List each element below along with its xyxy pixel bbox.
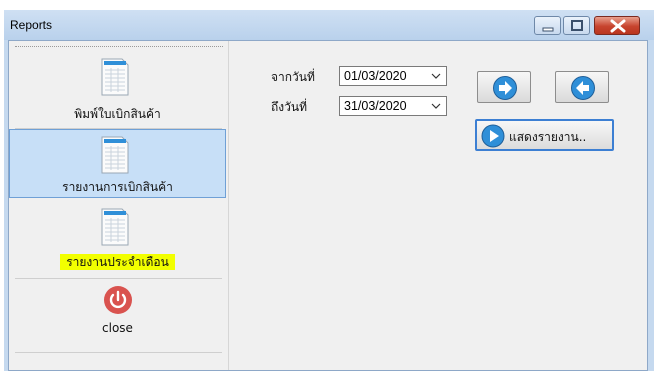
reports-window: Reports พิมพ์ใบเบิกสินค้า รายงานการเบิกส…: [4, 10, 654, 371]
close-icon: [610, 19, 626, 33]
window-title: Reports: [10, 18, 53, 32]
arrow-left-icon: [571, 76, 595, 100]
report-document-icon: [101, 58, 129, 96]
maximize-button[interactable]: [563, 16, 590, 35]
sidebar-item-label: close: [102, 321, 133, 335]
window-client-area: พิมพ์ใบเบิกสินค้า รายงานการเบิกสินค้า รา…: [8, 40, 648, 371]
previous-button[interactable]: [555, 71, 609, 103]
to-date-picker[interactable]: 31/03/2020: [339, 96, 447, 116]
from-date-value: 01/03/2020: [344, 69, 407, 83]
sidebar-item-print-withdrawal[interactable]: พิมพ์ใบเบิกสินค้า: [9, 51, 226, 129]
from-date-label: จากวันที่: [271, 70, 315, 84]
sidebar-item-label: พิมพ์ใบเบิกสินค้า: [74, 107, 161, 121]
show-report-label: แสดงรายงาน..: [509, 130, 587, 144]
window-close-button[interactable]: [594, 16, 640, 35]
maximize-icon: [571, 20, 583, 31]
sidebar-item-label: รายงานการเบิกสินค้า: [62, 180, 173, 194]
chevron-down-icon[interactable]: [430, 100, 442, 112]
sidebar-item-label: รายงานประจำเดือน: [60, 254, 175, 270]
minimize-button[interactable]: [534, 16, 561, 35]
sidebar-item-monthly-report[interactable]: รายงานประจำเดือน: [9, 201, 226, 279]
report-document-icon: [101, 208, 129, 246]
show-report-button[interactable]: แสดงรายงาน..: [475, 119, 614, 151]
to-date-label: ถึงวันที่: [271, 100, 307, 114]
report-sidebar: พิมพ์ใบเบิกสินค้า รายงานการเบิกสินค้า รา…: [9, 41, 229, 370]
from-date-picker[interactable]: 01/03/2020: [339, 66, 447, 86]
next-button[interactable]: [477, 71, 531, 103]
report-document-icon: [101, 136, 129, 174]
sidebar-top-divider: [15, 46, 223, 47]
chevron-down-icon[interactable]: [430, 70, 442, 82]
arrow-right-icon: [493, 76, 517, 100]
sidebar-divider: [15, 352, 222, 353]
to-date-value: 31/03/2020: [344, 99, 407, 113]
minimize-icon: [542, 27, 554, 32]
play-icon: [481, 124, 505, 148]
sidebar-item-close[interactable]: close: [9, 279, 226, 353]
sidebar-item-withdrawal-report[interactable]: รายงานการเบิกสินค้า: [9, 129, 226, 198]
title-bar[interactable]: Reports: [4, 10, 654, 40]
power-icon: [104, 286, 132, 314]
sidebar-item-label-wrap: รายงานประจำเดือน: [9, 253, 226, 272]
